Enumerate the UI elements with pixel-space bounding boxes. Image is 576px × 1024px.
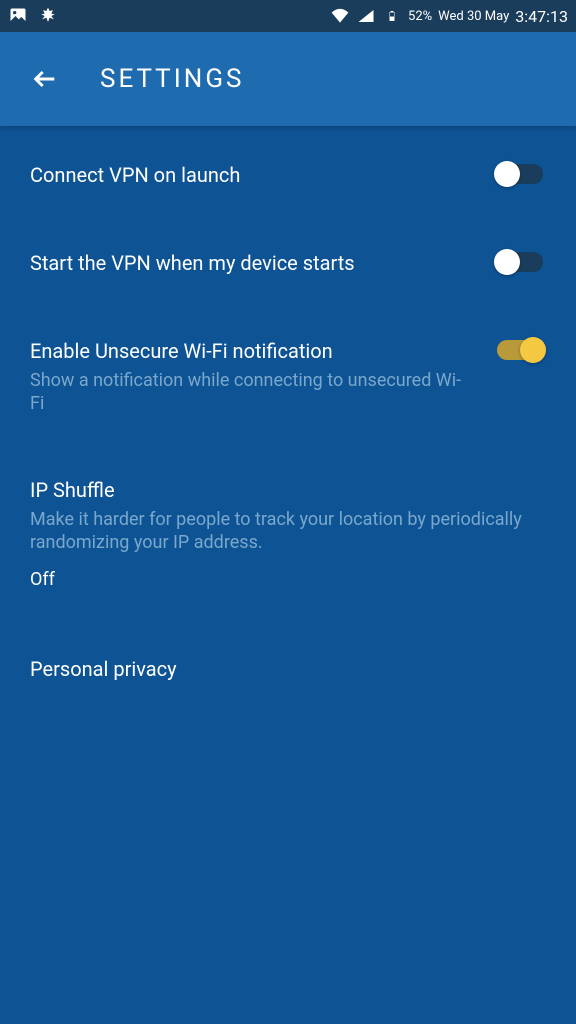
setting-status: Off [30, 569, 526, 590]
arrow-left-icon [31, 65, 59, 93]
status-bar-left [8, 6, 58, 26]
setting-subtitle: Make it harder for people to track your … [30, 508, 526, 555]
setting-subtitle: Show a notification while connecting to … [30, 369, 474, 416]
status-time: 3:47:13 [515, 7, 568, 26]
toggle-wifi-notification[interactable] [494, 337, 546, 363]
battery-icon [382, 6, 402, 26]
setting-ip-shuffle[interactable]: IP Shuffle Make it harder for people to … [30, 436, 546, 610]
status-bar: 52% Wed 30 May 3:47:13 [0, 0, 576, 32]
wifi-icon [330, 6, 350, 26]
photo-icon [8, 6, 28, 26]
setting-connect-on-launch[interactable]: Connect VPN on launch [30, 126, 546, 209]
app-header: SETTINGS [0, 32, 576, 126]
toggle-connect-on-launch[interactable] [494, 161, 546, 187]
page-title: SETTINGS [100, 64, 244, 94]
status-bar-right: 52% Wed 30 May 3:47:13 [330, 6, 568, 26]
setting-title: Connect VPN on launch [30, 161, 474, 189]
setting-wifi-notification[interactable]: Enable Unsecure Wi-Fi notification Show … [30, 297, 546, 436]
toggle-start-on-boot[interactable] [494, 249, 546, 275]
setting-personal-privacy[interactable]: Personal privacy [30, 610, 546, 703]
setting-title: Start the VPN when my device starts [30, 249, 474, 277]
back-button[interactable] [30, 64, 60, 94]
status-date: Wed 30 May [438, 9, 509, 24]
setting-title: Enable Unsecure Wi-Fi notification [30, 337, 474, 365]
battery-percent: 52% [408, 9, 432, 24]
setting-title: Personal privacy [30, 655, 526, 683]
setting-title: IP Shuffle [30, 476, 526, 504]
leaf-icon [38, 6, 58, 26]
setting-start-on-boot[interactable]: Start the VPN when my device starts [30, 209, 546, 297]
signal-icon [356, 6, 376, 26]
settings-content: Connect VPN on launch Start the VPN when… [0, 126, 576, 703]
